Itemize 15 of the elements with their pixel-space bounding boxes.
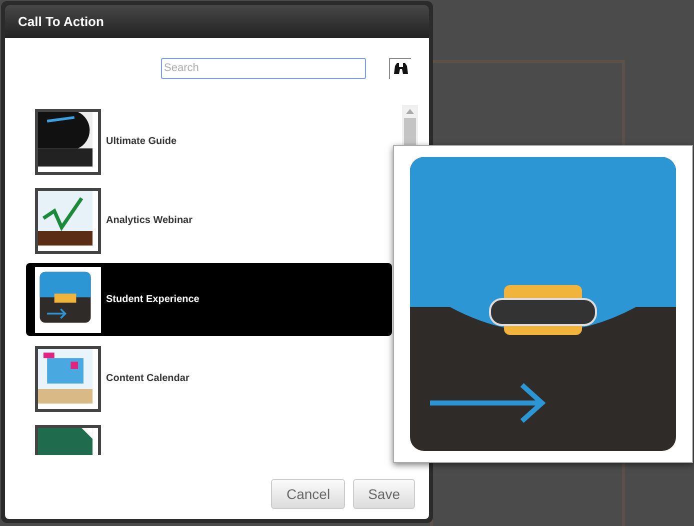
item-label: Ultimate Guide	[106, 135, 177, 149]
thumbnail-image	[35, 266, 101, 332]
search-field[interactable]: Search	[161, 58, 366, 78]
dialog-button[interactable]: Save	[353, 479, 415, 509]
item-label: Content Calendar	[106, 372, 190, 386]
scrollbar-thumb[interactable]	[404, 118, 416, 148]
thumbnail-image	[35, 108, 101, 174]
window-title: Call To Action	[18, 12, 104, 31]
thumbnail-image	[35, 346, 101, 412]
item-label: Analytics Webinar	[106, 214, 193, 228]
item-label: Student Experience	[106, 293, 200, 307]
list-item[interactable]: Student Experience	[26, 263, 392, 336]
search-icon[interactable]	[389, 58, 411, 78]
dialog-button[interactable]: Cancel	[271, 479, 346, 509]
thumbnail-image	[35, 188, 101, 254]
